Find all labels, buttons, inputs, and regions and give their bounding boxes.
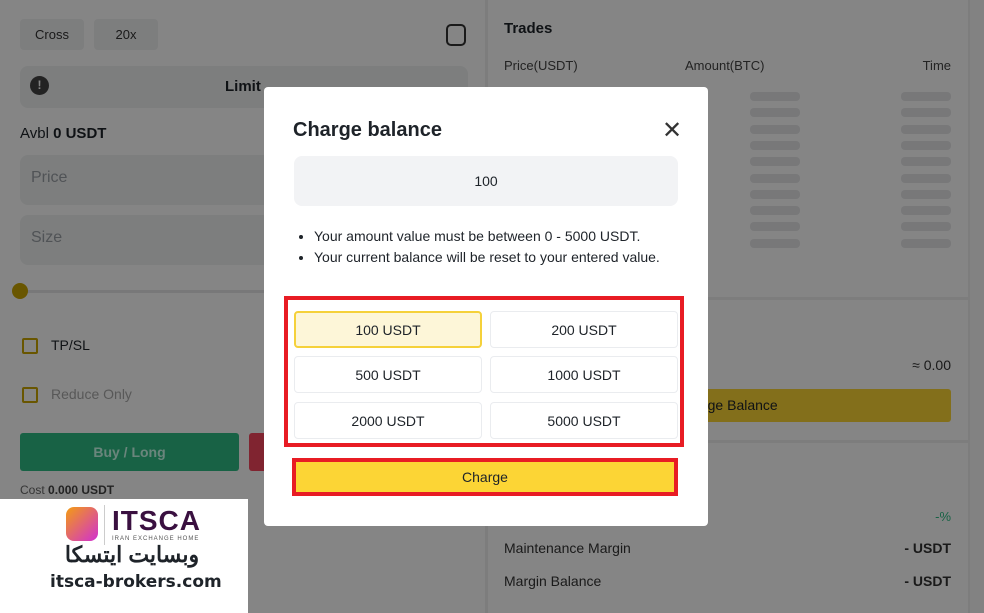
modal-title: Charge balance [293,119,442,141]
close-icon[interactable]: ✕ [662,119,682,143]
notes-list: Your amount value must be between 0 - 50… [314,226,684,268]
itsca-url: itsca-brokers.com [50,572,222,592]
itsca-persian: وبسایت ایتسکا [64,542,200,567]
option-5000[interactable]: 5000 USDT [490,402,678,439]
itsca-brand: ITSCA [112,505,201,536]
option-200[interactable]: 200 USDT [490,311,678,348]
note: Your amount value must be between 0 - 50… [314,226,684,247]
option-100[interactable]: 100 USDT [294,311,482,348]
amount-input[interactable]: 100 [294,156,678,206]
charge-button[interactable]: Charge [292,458,678,496]
itsca-watermark: ITSCA IRAN EXCHANGE HOME وبسایت ایتسکا i… [0,499,248,613]
option-500[interactable]: 500 USDT [294,356,482,393]
option-1000[interactable]: 1000 USDT [490,356,678,393]
itsca-logo-icon [66,507,98,541]
charge-balance-modal: Charge balance ✕ 100 Your amount value m… [264,87,708,526]
option-2000[interactable]: 2000 USDT [294,402,482,439]
note: Your current balance will be reset to yo… [314,247,684,268]
